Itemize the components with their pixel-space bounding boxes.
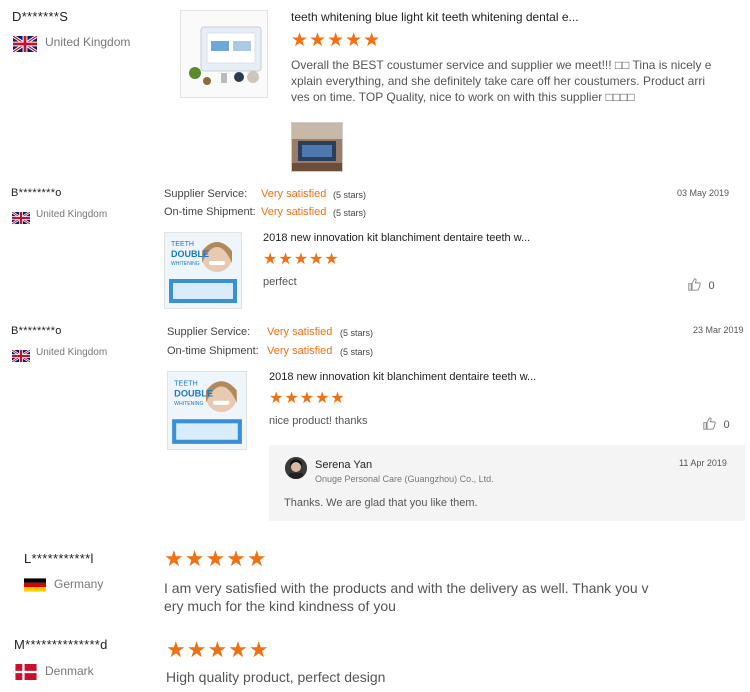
reviewer-name: B********o <box>11 187 62 199</box>
supplier-service-value: Very satisfied <box>267 326 333 338</box>
uk-flag-icon <box>13 35 37 53</box>
review-text: nice product! thanks <box>269 415 368 427</box>
reviewer-country: United Kingdom <box>36 209 108 220</box>
thumb-text: TEETH <box>171 241 194 248</box>
like-count: 0 <box>708 280 715 292</box>
shipment-value: Very satisfied <box>267 345 333 357</box>
reviewer-name: L***********l <box>24 551 94 566</box>
like-button[interactable]: 0 <box>703 415 730 433</box>
product-title[interactable]: 2018 new innovation kit blanchiment dent… <box>269 371 569 383</box>
supplier-service-stars: (5 stars) <box>340 328 374 338</box>
avatar <box>285 457 307 479</box>
thumb-text: WHITENING <box>174 401 203 407</box>
review-text: Overall the BEST coustumer service and s… <box>291 57 731 105</box>
germany-flag-icon <box>24 576 46 594</box>
reply-author: Serena Yan <box>315 459 373 471</box>
thumb-text: DOUBLE <box>174 389 213 399</box>
rating-stars: ★★★★★ <box>164 546 268 571</box>
thumbs-up-icon <box>688 276 705 293</box>
review-text-line: I am very satisfied with the products an… <box>164 580 649 596</box>
review-text-line: ves on time. TOP Quality, nice to work o… <box>291 90 635 104</box>
supplier-service-label: Supplier Service: <box>164 188 248 200</box>
review-text-line: Overall the BEST coustumer service and s… <box>291 58 712 72</box>
product-image[interactable]: TEETH DOUBLE WHITENING <box>164 232 242 309</box>
shipment-label: On-time Shipment: <box>164 206 256 218</box>
review-date: 23 Mar 2019 <box>693 325 744 335</box>
thumb-text: TEETH <box>174 379 198 387</box>
reviewer-country: United Kingdom <box>45 35 131 49</box>
review-photo[interactable] <box>291 122 343 172</box>
shipment-label: On-time Shipment: <box>167 345 259 357</box>
review-text: perfect <box>263 276 297 288</box>
shipment-stars: (5 stars) <box>340 347 374 357</box>
uk-flag-icon <box>12 209 30 227</box>
rating-stars: ★★★★★ <box>263 251 340 268</box>
reviewer-name: M**************d <box>14 637 108 652</box>
denmark-flag-icon <box>14 663 38 681</box>
thumb-text: WHITENING <box>171 261 200 267</box>
thumb-text: DOUBLE <box>171 249 209 259</box>
supplier-service-value: Very satisfied <box>261 188 327 200</box>
shipment-value: Very satisfied <box>261 206 327 218</box>
product-title[interactable]: 2018 new innovation kit blanchiment dent… <box>263 232 563 244</box>
rating-stars: ★★★★★ <box>291 30 382 51</box>
like-button[interactable]: 0 <box>688 276 715 294</box>
shipment-stars: (5 stars) <box>333 208 367 218</box>
reviewer-name: B********o <box>11 325 62 337</box>
supplier-reply: Serena Yan Onuge Personal Care (Guangzho… <box>269 445 745 521</box>
product-title[interactable]: teeth whitening blue light kit teeth whi… <box>291 10 591 24</box>
reply-company: Onuge Personal Care (Guangzhou) Co., Ltd… <box>315 474 494 484</box>
reply-text: Thanks. We are glad that you like them. <box>284 497 478 509</box>
review-text: I am very satisfied with the products an… <box>164 579 684 615</box>
supplier-service-stars: (5 stars) <box>333 190 367 200</box>
review-text-line: ery much for the kind kindness of you <box>164 598 396 614</box>
rating-stars: ★★★★★ <box>269 390 346 407</box>
reply-date: 11 Apr 2019 <box>679 458 727 468</box>
review-text: High quality product, perfect design <box>166 669 386 685</box>
product-image[interactable]: TEETH DOUBLE WHITENING <box>167 371 247 450</box>
thumbs-up-icon <box>703 415 720 432</box>
reviewer-name: D*******S <box>12 9 69 24</box>
product-image[interactable] <box>180 10 268 98</box>
reviewer-country: Denmark <box>45 664 94 678</box>
review-text-line: xplain everything, and she definitely ta… <box>291 74 705 88</box>
like-count: 0 <box>723 419 730 431</box>
review-date: 03 May 2019 <box>677 188 730 198</box>
uk-flag-icon <box>12 347 30 365</box>
supplier-service-label: Supplier Service: <box>167 326 251 338</box>
reviewer-country: Germany <box>54 577 104 591</box>
rating-stars: ★★★★★ <box>166 637 270 662</box>
reviewer-country: United Kingdom <box>36 347 108 358</box>
